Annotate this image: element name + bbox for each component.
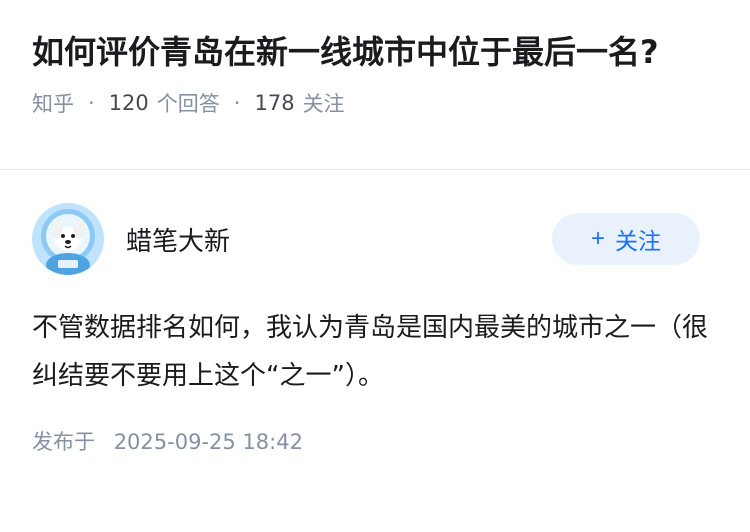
published-time: 2025-09-25 18:42 — [113, 430, 303, 454]
follow-button[interactable]: + 关注 — [552, 213, 700, 265]
source-label: 知乎 — [32, 92, 74, 116]
follow-button-label: 关注 — [615, 228, 661, 254]
followers-count: 178 — [254, 91, 295, 115]
plus-icon: + — [590, 225, 605, 252]
meta-separator: · — [233, 91, 241, 115]
publish-info: 发布于 2025-09-25 18:42 — [32, 426, 718, 456]
astronaut-dog-avatar-icon[interactable] — [32, 203, 104, 275]
published-label: 发布于 — [32, 430, 95, 454]
answer-content: 不管数据排名如何，我认为青岛是国内最美的城市之一（很纠结要不要用上这个“之一”）… — [32, 313, 709, 391]
meta-separator: · — [88, 91, 95, 115]
answer-card: 蜡笔大新 + 关注 不管数据排名如何，我认为青岛是国内最美的城市之一（很纠结要不… — [0, 170, 750, 456]
question-meta: 知乎 · 120 个回答 · 178 关注 — [32, 88, 718, 118]
answers-label: 个回答 — [156, 92, 220, 116]
answers-count: 120 — [108, 91, 149, 115]
question-header: 如何评价青岛在新一线城市中位于最后一名? 知乎 · 120 个回答 · 178 … — [0, 0, 750, 170]
question-title[interactable]: 如何评价青岛在新一线城市中位于最后一名? — [32, 30, 718, 74]
followers-label: 关注 — [302, 92, 345, 116]
author-row: 蜡笔大新 + 关注 — [32, 202, 718, 276]
author-name[interactable]: 蜡笔大新 — [126, 221, 552, 258]
